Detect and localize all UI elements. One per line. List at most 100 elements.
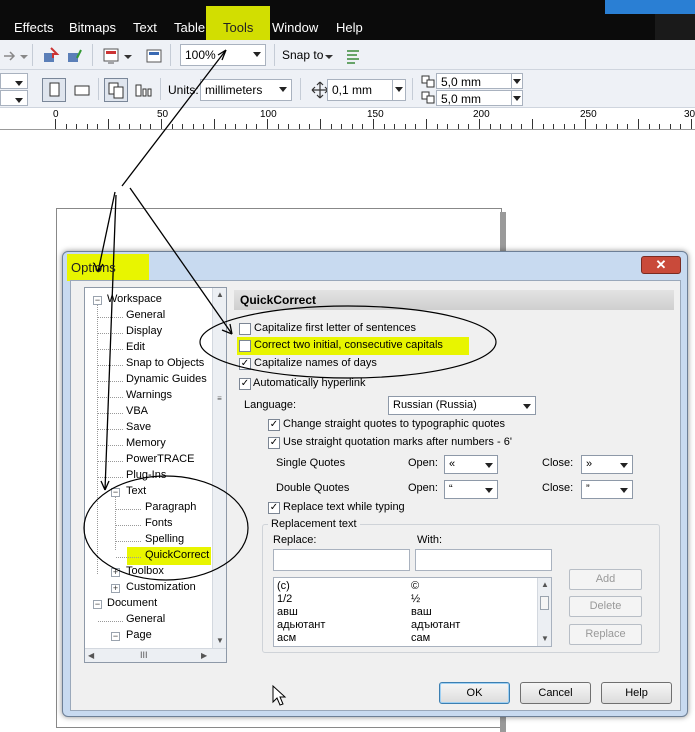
tree-item-document[interactable]: Document <box>107 597 157 609</box>
replace-button[interactable]: Replace <box>569 624 642 645</box>
page-width-spinner[interactable] <box>0 73 28 89</box>
scroll-up-icon[interactable]: ▲ <box>216 290 224 299</box>
list-item-from[interactable]: адьютант <box>277 619 325 631</box>
expand-icon[interactable]: + <box>111 568 120 577</box>
list-item-to[interactable]: сам <box>411 632 430 644</box>
menu-help[interactable]: Help <box>336 20 363 35</box>
alignment-guides-icon[interactable] <box>343 45 363 65</box>
menu-window[interactable]: Window <box>272 20 318 35</box>
page-height-spinner[interactable] <box>0 90 28 106</box>
scroll-thumb[interactable] <box>540 596 549 610</box>
tree-item-save[interactable]: Save <box>126 421 151 433</box>
tree-item-workspace[interactable]: Workspace <box>107 293 162 305</box>
single-open-dropdown[interactable]: « <box>444 455 498 474</box>
double-open-dropdown[interactable]: “ <box>444 480 498 499</box>
scroll-thumb[interactable]: III <box>140 650 148 660</box>
current-page-icon[interactable] <box>132 78 156 102</box>
cancel-button[interactable]: Cancel <box>520 682 591 704</box>
tree-item-edit[interactable]: Edit <box>126 341 145 353</box>
snap-to-label[interactable]: Snap to <box>282 48 323 62</box>
tree-vertical-scrollbar[interactable]: ▲ ≡ ▼ <box>212 288 226 649</box>
all-pages-icon[interactable] <box>104 78 128 102</box>
duplicate-y-spinner[interactable] <box>511 90 523 106</box>
duplicate-x-spinner[interactable] <box>511 73 523 89</box>
tree-item-plug-ins[interactable]: Plug-Ins <box>126 469 166 481</box>
double-close-dropdown[interactable]: ” <box>581 480 633 499</box>
list-item-to[interactable]: ваш <box>411 606 432 618</box>
menu-tools[interactable]: Tools <box>223 20 253 35</box>
capitalize-first-checkbox[interactable] <box>239 323 251 335</box>
collapse-icon[interactable]: − <box>111 632 120 641</box>
collapse-icon[interactable]: − <box>93 600 102 609</box>
list-scrollbar[interactable]: ▲ ▼ <box>537 578 551 646</box>
typographic-quotes-checkbox[interactable]: ✓ <box>268 419 280 431</box>
list-item-from[interactable]: авш <box>277 606 298 618</box>
horizontal-ruler[interactable]: 0 50 100 150 200 250 300 <box>0 108 695 130</box>
tree-item-vba[interactable]: VBA <box>126 405 148 417</box>
menu-text[interactable]: Text <box>133 20 157 35</box>
replacement-list[interactable]: (c) © 1/2 ½ авш ваш адьютант адъютант ас… <box>273 577 552 647</box>
expand-icon[interactable]: + <box>111 584 120 593</box>
menu-bitmaps[interactable]: Bitmaps <box>69 20 116 35</box>
help-button[interactable]: Help <box>601 682 672 704</box>
zoom-level-combo[interactable]: 100% <box>180 44 266 66</box>
close-button[interactable]: ✕ <box>641 256 681 274</box>
scroll-down-icon[interactable]: ▼ <box>216 636 224 645</box>
auto-hyperlink-checkbox[interactable]: ✓ <box>239 378 251 390</box>
straight-after-numbers-checkbox[interactable]: ✓ <box>268 437 280 449</box>
duplicate-y-field[interactable]: 5,0 mm <box>436 90 512 106</box>
scroll-left-icon[interactable]: ◀ <box>88 651 94 660</box>
forward-arrow-icon[interactable] <box>0 45 20 65</box>
tree-item-quickcorrect[interactable]: QuickCorrect <box>145 549 209 561</box>
capitalize-days-checkbox[interactable]: ✓ <box>239 358 251 370</box>
export-icon[interactable] <box>64 45 84 65</box>
list-item-to[interactable]: адъютант <box>411 619 460 631</box>
tree-item-memory[interactable]: Memory <box>126 437 166 449</box>
tree-item-spelling[interactable]: Spelling <box>145 533 184 545</box>
tree-item-document-general[interactable]: General <box>126 613 165 625</box>
language-dropdown[interactable]: Russian (Russia) <box>388 396 536 415</box>
dropdown-arrow-icon[interactable] <box>18 45 38 65</box>
menu-effects[interactable]: Effects <box>14 20 54 35</box>
add-button[interactable]: Add <box>569 569 642 590</box>
application-launcher-icon[interactable] <box>100 45 120 65</box>
portrait-icon[interactable] <box>42 78 66 102</box>
menu-table[interactable]: Table <box>174 20 205 35</box>
tree-item-toolbox[interactable]: Toolbox <box>126 565 164 577</box>
list-item-from[interactable]: 1/2 <box>277 593 292 605</box>
scroll-down-icon[interactable]: ▼ <box>541 634 549 643</box>
units-combo[interactable]: millimeters <box>200 79 292 101</box>
nudge-spinner[interactable] <box>392 79 406 101</box>
replace-while-typing-checkbox[interactable]: ✓ <box>268 502 280 514</box>
tree-item-text[interactable]: Text <box>126 485 146 497</box>
tree-horizontal-scrollbar[interactable]: ◀ III ▶ <box>85 648 226 662</box>
tree-item-customization[interactable]: Customization <box>126 581 196 593</box>
tree-item-dynamic-guides[interactable]: Dynamic Guides <box>126 373 207 385</box>
duplicate-x-field[interactable]: 5,0 mm <box>436 73 512 89</box>
tree-item-snap-to-objects[interactable]: Snap to Objects <box>126 357 204 369</box>
scroll-up-icon[interactable]: ▲ <box>541 580 549 589</box>
scroll-thumb[interactable]: ≡ <box>215 394 224 408</box>
list-item-from[interactable]: асм <box>277 632 296 644</box>
correct-two-initial-checkbox[interactable] <box>239 340 251 352</box>
import-icon[interactable] <box>40 45 60 65</box>
nudge-distance-field[interactable]: 0,1 mm <box>327 79 393 101</box>
replace-input[interactable] <box>273 549 410 571</box>
tree-item-display[interactable]: Display <box>126 325 162 337</box>
list-item-from[interactable]: (c) <box>277 580 290 592</box>
dropdown-arrow-icon[interactable] <box>323 45 343 65</box>
list-item-to[interactable]: © <box>411 580 419 592</box>
welcome-screen-icon[interactable] <box>143 45 163 65</box>
collapse-icon[interactable]: − <box>93 296 102 305</box>
ok-button[interactable]: OK <box>439 682 510 704</box>
tree-item-paragraph[interactable]: Paragraph <box>145 501 196 513</box>
with-input[interactable] <box>415 549 552 571</box>
single-close-dropdown[interactable]: » <box>581 455 633 474</box>
delete-button[interactable]: Delete <box>569 596 642 617</box>
list-item-to[interactable]: ½ <box>411 593 420 605</box>
landscape-icon[interactable] <box>70 78 94 102</box>
dropdown-arrow-icon[interactable] <box>122 45 142 65</box>
tree-item-page[interactable]: Page <box>126 629 152 641</box>
tree-item-general[interactable]: General <box>126 309 165 321</box>
tree-item-warnings[interactable]: Warnings <box>126 389 172 401</box>
